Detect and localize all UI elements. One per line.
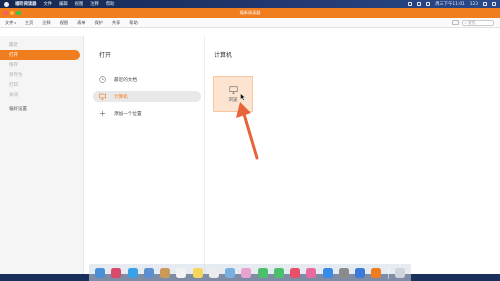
contacts-icon[interactable] [160,267,171,278]
window-titlebar: 福昕阅读器 [0,8,500,18]
notification-center-icon[interactable] [492,2,496,6]
tab-annotate[interactable]: 注释 [42,20,50,26]
battery-icon[interactable] [426,2,431,6]
open-option-computer-label: 计算机 [114,94,128,100]
chevron-down-icon: ▾ [14,20,16,25]
wifi-icon[interactable] [408,2,413,6]
annotation-arrow-icon [236,102,259,160]
menubar-view[interactable]: 视图 [75,1,84,7]
tab-file-label: 文件 [5,19,14,25]
menubar-clock[interactable]: 周三下午11:01 [435,1,465,7]
terminal-icon[interactable] [355,267,366,278]
tab-protect[interactable]: 保护 [94,20,102,26]
sidebar-item-save[interactable]: 保存 [0,60,83,70]
minimize-window-icon[interactable] [9,10,14,16]
tab-help[interactable]: 帮助 [129,20,137,26]
tab-home[interactable]: 主页 [25,20,33,26]
safari-icon[interactable] [127,267,138,278]
search-placeholder: 查找 [467,19,476,25]
open-option-add-location-label: 添加一个位置 [114,111,142,117]
facetime-icon[interactable] [273,267,284,278]
apple-menu-icon[interactable] [4,1,9,7]
layout-toggle-icon[interactable] [452,20,459,25]
finder-icon[interactable] [95,267,106,278]
sidebar-item-save-as[interactable]: 另存为 [0,70,83,80]
monitor-icon [99,93,106,100]
calendar-icon[interactable] [176,267,187,278]
sidebar-item-recent[interactable]: 最近 [0,40,83,50]
sidebar-item-print[interactable]: 打印 [0,80,83,90]
system-preferences-icon[interactable] [338,267,349,278]
menubar-help[interactable]: 帮助 [106,1,115,7]
add-location-icon [99,110,106,117]
maps-icon[interactable] [225,267,236,278]
volume-icon[interactable] [417,2,422,6]
trash-icon[interactable] [394,267,405,278]
close-window-icon[interactable] [3,10,8,16]
open-option-computer[interactable]: 计算机 [93,91,201,102]
messages-icon[interactable] [257,267,268,278]
open-option-add-location[interactable]: 添加一个位置 [93,108,201,119]
open-option-recent[interactable]: 最近的文档 [93,74,201,85]
menubar-file[interactable]: 文件 [43,1,52,7]
ibooks-icon[interactable] [306,267,317,278]
tab-file[interactable]: 文件▾ [5,20,16,26]
sidebar-item-preferences[interactable]: 偏好设置 [0,104,83,114]
open-option-recent-label: 最近的文档 [114,77,137,83]
toolbar-right: ⌕ 查找 [452,19,500,26]
notes-icon[interactable] [192,267,203,278]
sidebar-item-open[interactable]: 打开 [0,50,80,60]
window-title: 福昕阅读器 [239,10,261,15]
tab-share[interactable]: 共享 [112,20,120,26]
backstage-sidebar: 最近 打开 保存 另存为 打印 关闭 偏好设置 [0,36,84,274]
launchpad-icon[interactable] [111,267,122,278]
ribbon-tabs: 文件▾ 主页 注释 视图 表单 保护 共享 帮助 ⌕ 查找 [0,18,500,28]
sidebar-item-close[interactable]: 关闭 [0,90,83,100]
app-store-icon[interactable] [322,267,333,278]
itunes-icon[interactable] [290,267,301,278]
search-input[interactable]: ⌕ 查找 [462,19,494,26]
computer-pane-title: 计算机 [214,52,233,59]
mac-dock [89,264,411,281]
mail-icon[interactable] [143,267,154,278]
menubar-edit[interactable]: 编辑 [59,1,68,7]
menubar-annotate[interactable]: 注释 [90,1,99,7]
monitor-icon [228,85,238,94]
menubar-ime[interactable]: 123 [470,2,478,7]
tab-form[interactable]: 表单 [77,20,85,26]
open-options-panel: 打开 最近的文档 计算机 添加一个位置 [85,36,205,274]
reminders-icon[interactable] [208,267,219,278]
mac-menu-bar: 福昕阅读器 文件 编辑 视图 注释 帮助 周三下午11:01 123 [0,0,500,8]
tab-view[interactable]: 视图 [60,20,68,26]
traffic-lights [3,10,23,16]
spotlight-icon[interactable] [483,2,487,6]
zoom-window-icon[interactable] [16,10,21,16]
watermark-sub: jingyan.baidu.com [398,250,445,256]
menubar-app-name[interactable]: 福昕阅读器 [15,1,36,7]
foxit-reader-icon[interactable] [371,267,382,278]
dock-separator [387,266,389,279]
menubar-status-area: 周三下午11:01 123 [403,1,496,7]
baidu-watermark: Bai经验 jingyan.baidu.com [398,233,447,256]
photos-icon[interactable] [241,267,252,278]
open-panel-title: 打开 [99,52,112,59]
clock-icon [99,76,106,83]
